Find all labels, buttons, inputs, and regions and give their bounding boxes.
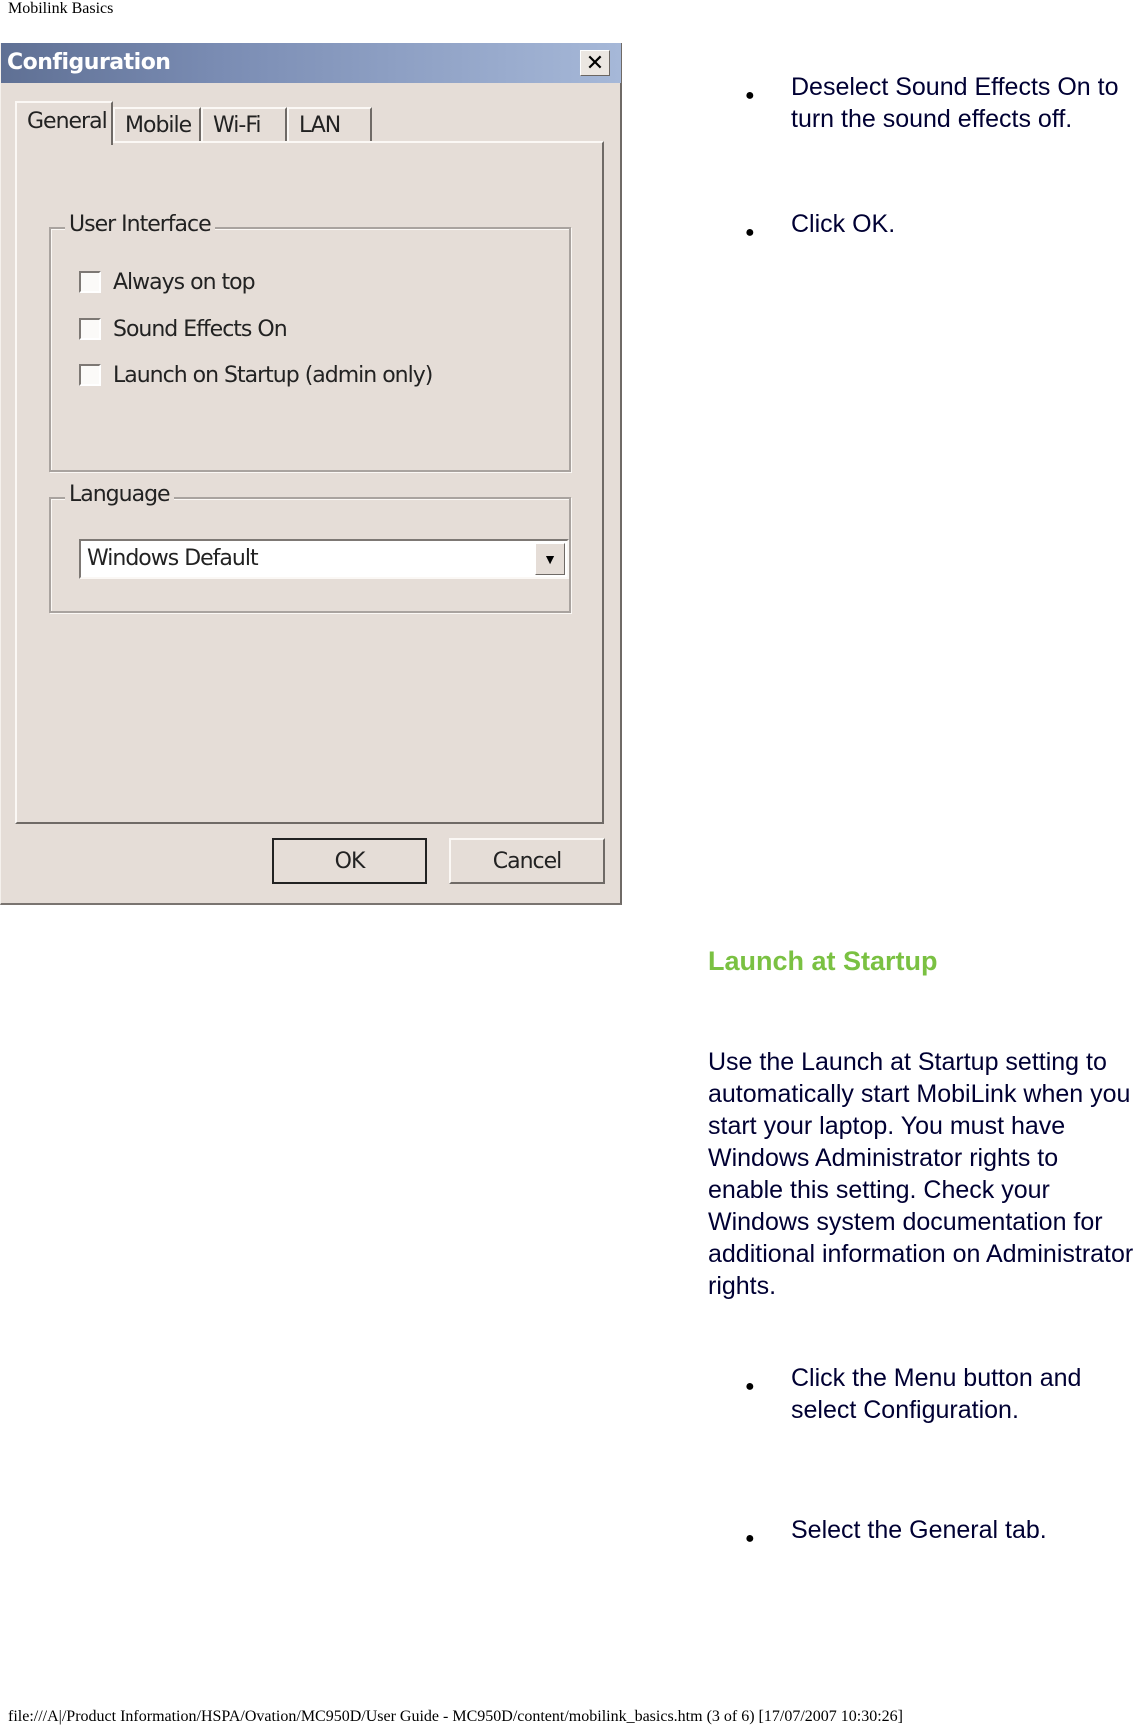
language-select-value: Windows Default <box>87 546 259 571</box>
always-on-top-label: Always on top <box>113 269 256 295</box>
page-footer: file:///A|/Product Information/HSPA/Ovat… <box>8 1708 903 1725</box>
ok-button[interactable]: OK <box>272 838 427 884</box>
tab-general[interactable]: General <box>15 101 113 145</box>
list-item-text: Select the General tab. <box>791 1516 1047 1544</box>
language-group: Language Windows Default ▼ <box>49 482 571 613</box>
list-item: ● Click OK. <box>745 208 1137 241</box>
list-item: ● Select the General tab. <box>745 1514 1137 1547</box>
language-label: Language <box>65 482 174 507</box>
configuration-dialog: Configuration ✕ General Mobile Wi-Fi LAN… <box>0 43 622 905</box>
list-item-text: Deselect Sound Effects On to turn the so… <box>791 73 1119 133</box>
launch-on-startup-option[interactable]: Launch on Startup (admin only) <box>79 360 433 390</box>
language-dropdown-button[interactable]: ▼ <box>535 543 565 575</box>
bullet-icon: ● <box>745 1530 755 1547</box>
close-button[interactable]: ✕ <box>580 50 610 76</box>
bullet-icon: ● <box>745 87 755 104</box>
close-icon: ✕ <box>585 50 605 76</box>
dialog-title: Configuration <box>7 50 171 75</box>
section-paragraph: Use the Launch at Startup setting to aut… <box>708 1048 1134 1300</box>
bullet-icon: ● <box>745 224 755 241</box>
user-interface-label: User Interface <box>65 212 215 237</box>
launch-on-startup-label: Launch on Startup (admin only) <box>113 362 433 388</box>
tab-wifi[interactable]: Wi-Fi <box>201 107 287 143</box>
section-heading: Launch at Startup <box>708 946 938 976</box>
page-header: Mobilink Basics <box>8 0 114 17</box>
always-on-top-option[interactable]: Always on top <box>79 267 256 297</box>
list-item: ● Deselect Sound Effects On to turn the … <box>745 71 1137 135</box>
list-item-text: Click the Menu button and select Configu… <box>791 1364 1082 1424</box>
list-item-text: Click OK. <box>791 210 896 238</box>
cancel-button[interactable]: Cancel <box>449 838 605 884</box>
user-interface-group: User Interface Always on top Sound Effec… <box>49 212 571 472</box>
tab-lan[interactable]: LAN <box>287 107 372 143</box>
launch-on-startup-checkbox[interactable] <box>79 364 101 386</box>
sound-effects-checkbox[interactable] <box>79 318 101 340</box>
always-on-top-checkbox[interactable] <box>79 271 101 293</box>
language-select[interactable]: Windows Default ▼ <box>79 539 569 579</box>
general-tab-panel: User Interface Always on top Sound Effec… <box>15 141 604 824</box>
chevron-down-icon: ▼ <box>543 551 557 567</box>
bullet-icon: ● <box>745 1378 755 1395</box>
tab-mobile[interactable]: Mobile <box>113 107 201 143</box>
dialog-titlebar[interactable]: Configuration ✕ <box>1 43 621 83</box>
sound-effects-option[interactable]: Sound Effects On <box>79 314 288 344</box>
sound-effects-label: Sound Effects On <box>113 316 288 342</box>
list-item: ● Click the Menu button and select Confi… <box>745 1362 1137 1426</box>
